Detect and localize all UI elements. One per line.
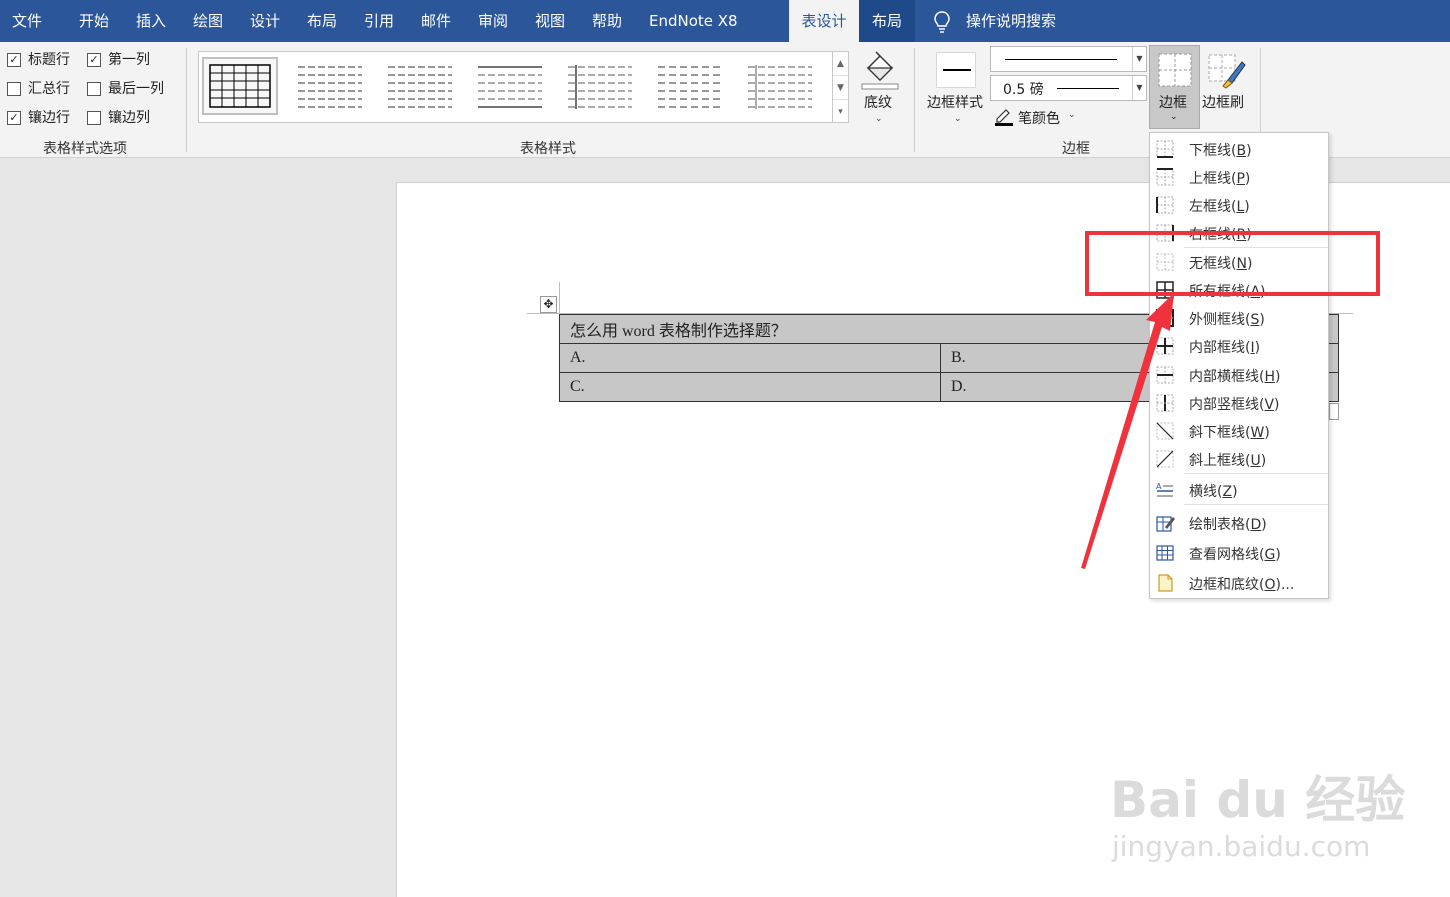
table-move-handle-icon[interactable]: ✥ [540,296,557,313]
menu-item-draw-table[interactable]: 绘制表格(D) [1150,509,1328,537]
menu-item-diagonal-down-border[interactable]: 斜下框线(W) [1150,417,1328,445]
menu-item-left-border[interactable]: 左框线(L) [1150,191,1328,219]
chevron-down-icon[interactable]: ▼ [1132,76,1146,100]
scroll-down-icon[interactable]: ▼ [833,76,848,100]
table-style-dashed-1[interactable] [292,57,368,115]
checkbox-box: ✓ [7,111,21,125]
tab-review[interactable]: 审阅 [478,0,508,42]
group-label-table-styles: 表格样式 [520,141,576,157]
inside-vertical-border-icon [1156,394,1174,412]
menu-separator [1184,504,1328,505]
checkbox-box [87,111,101,125]
left-border-icon [1156,196,1174,214]
table-cell-c[interactable]: C. [559,372,941,402]
lightbulb-icon [934,11,950,33]
ribbon-tab-bar: 文件 开始 插入 绘图 设计 布局 引用 邮件 审阅 视图 帮助 EndNote… [0,0,1450,42]
border-styles-button[interactable]: 边框样式 [927,92,983,112]
tab-file[interactable]: 文件 [12,0,42,42]
tab-endnote[interactable]: EndNote X8 [649,0,738,42]
table-style-lines[interactable] [472,57,548,115]
table-style-first-col-2[interactable] [742,57,818,115]
tab-references[interactable]: 引用 [364,0,394,42]
tab-help[interactable]: 帮助 [592,0,622,42]
baidu-watermark-url: jingyan.baidu.com [1112,830,1371,863]
baidu-watermark-logo: Bai du 经验 [1110,771,1406,829]
tab-home[interactable]: 开始 [79,0,109,42]
diagonal-up-border-icon [1156,450,1174,468]
menu-item-view-gridlines[interactable]: 查看网格线(G) [1150,539,1328,567]
line-weight-select[interactable]: 0.5 磅 ▼ [990,75,1147,101]
tell-me-search[interactable]: 操作说明搜索 [966,0,1056,42]
scroll-up-icon[interactable]: ▲ [833,52,848,76]
chevron-down-icon: ⌄ [1170,112,1178,122]
table-style-grid[interactable] [202,57,278,115]
line-style-select[interactable]: ▼ [990,46,1147,72]
borders-and-shading-icon [1158,574,1173,592]
annotation-highlight-box [1085,231,1380,296]
table-style-first-col[interactable] [562,57,638,115]
tab-mailings[interactable]: 邮件 [421,0,451,42]
border-painter-icon[interactable] [1206,50,1246,90]
border-painter-button[interactable]: 边框刷 [1202,92,1244,112]
group-label-borders: 边框 [1062,141,1090,157]
chevron-down-icon[interactable]: ⌄ [1068,110,1076,120]
checkbox-box [7,82,21,96]
menu-item-borders-and-shading[interactable]: 边框和底纹(O)... [1150,569,1328,597]
inside-horizontal-border-icon [1156,366,1174,384]
draw-table-icon [1156,516,1175,532]
borders-button[interactable]: 边框 ⌄ [1149,45,1200,129]
borders-label: 边框 [1159,95,1187,111]
top-border-icon [1156,168,1174,186]
view-gridlines-icon [1156,545,1174,561]
checkbox-box [87,82,101,96]
pen-icon [995,109,1013,126]
border-styles-icon[interactable] [936,52,976,88]
menu-separator [1184,473,1328,474]
gallery-scroll[interactable]: ▲ ▼ ▾ [832,51,849,123]
chevron-down-icon[interactable]: ⌄ [875,114,883,124]
outside-borders-icon [1156,309,1174,327]
menu-item-inside-vertical-border[interactable]: 内部竖框线(V) [1150,389,1328,417]
bottom-border-icon [1156,140,1174,158]
table-resize-handle[interactable] [1329,403,1339,420]
group-label-style-options: 表格样式选项 [43,141,127,157]
tab-table-design[interactable]: 表设计 [789,0,859,42]
tab-draw[interactable]: 绘图 [193,0,223,42]
table-col-guideline [559,282,560,314]
tab-design[interactable]: 设计 [250,0,280,42]
checkbox-box: ✓ [87,53,101,67]
borders-dropdown-menu: 下框线(B) 上框线(P) 左框线(L) 右框线(R) 无框线(N) 所有框线(… [1149,132,1329,599]
chevron-down-icon[interactable]: ⌄ [954,114,962,124]
tab-layout[interactable]: 布局 [307,0,337,42]
menu-item-diagonal-up-border[interactable]: 斜上框线(U) [1150,445,1328,473]
table-style-dashed-3[interactable] [652,57,728,115]
menu-item-inside-horizontal-border[interactable]: 内部横框线(H) [1150,361,1328,389]
tab-insert[interactable]: 插入 [136,0,166,42]
table-styles-gallery [198,51,834,123]
menu-item-outside-borders[interactable]: 外侧框线(S) [1150,304,1328,332]
tab-view[interactable]: 视图 [535,0,565,42]
table-style-dashed-2[interactable] [382,57,458,115]
paint-bucket-icon[interactable] [860,50,900,90]
group-separator [186,48,187,152]
svg-text:A: A [1156,482,1162,491]
menu-item-horizontal-line[interactable]: A 横线(Z) [1150,476,1328,504]
menu-item-inside-borders[interactable]: 内部框线(I) [1150,332,1328,360]
shading-button[interactable]: 底纹 [864,92,892,112]
pen-color-button[interactable]: 笔颜色 [1018,108,1060,128]
line-weight-value: 0.5 磅 [1003,82,1044,98]
table-cell-a[interactable]: A. [559,343,941,373]
chevron-down-icon[interactable]: ▼ [1132,47,1146,71]
inside-borders-icon [1156,337,1174,355]
border-all-icon [1158,53,1192,87]
menu-item-bottom-border[interactable]: 下框线(B) [1150,135,1328,163]
checkbox-box: ✓ [7,53,21,67]
menu-item-top-border[interactable]: 上框线(P) [1150,163,1328,191]
diagonal-down-border-icon [1156,422,1174,440]
horizontal-line-icon: A [1156,482,1173,497]
gallery-more-icon[interactable]: ▾ [833,100,848,124]
group-separator [914,48,915,152]
tab-table-layout[interactable]: 布局 [859,0,915,42]
